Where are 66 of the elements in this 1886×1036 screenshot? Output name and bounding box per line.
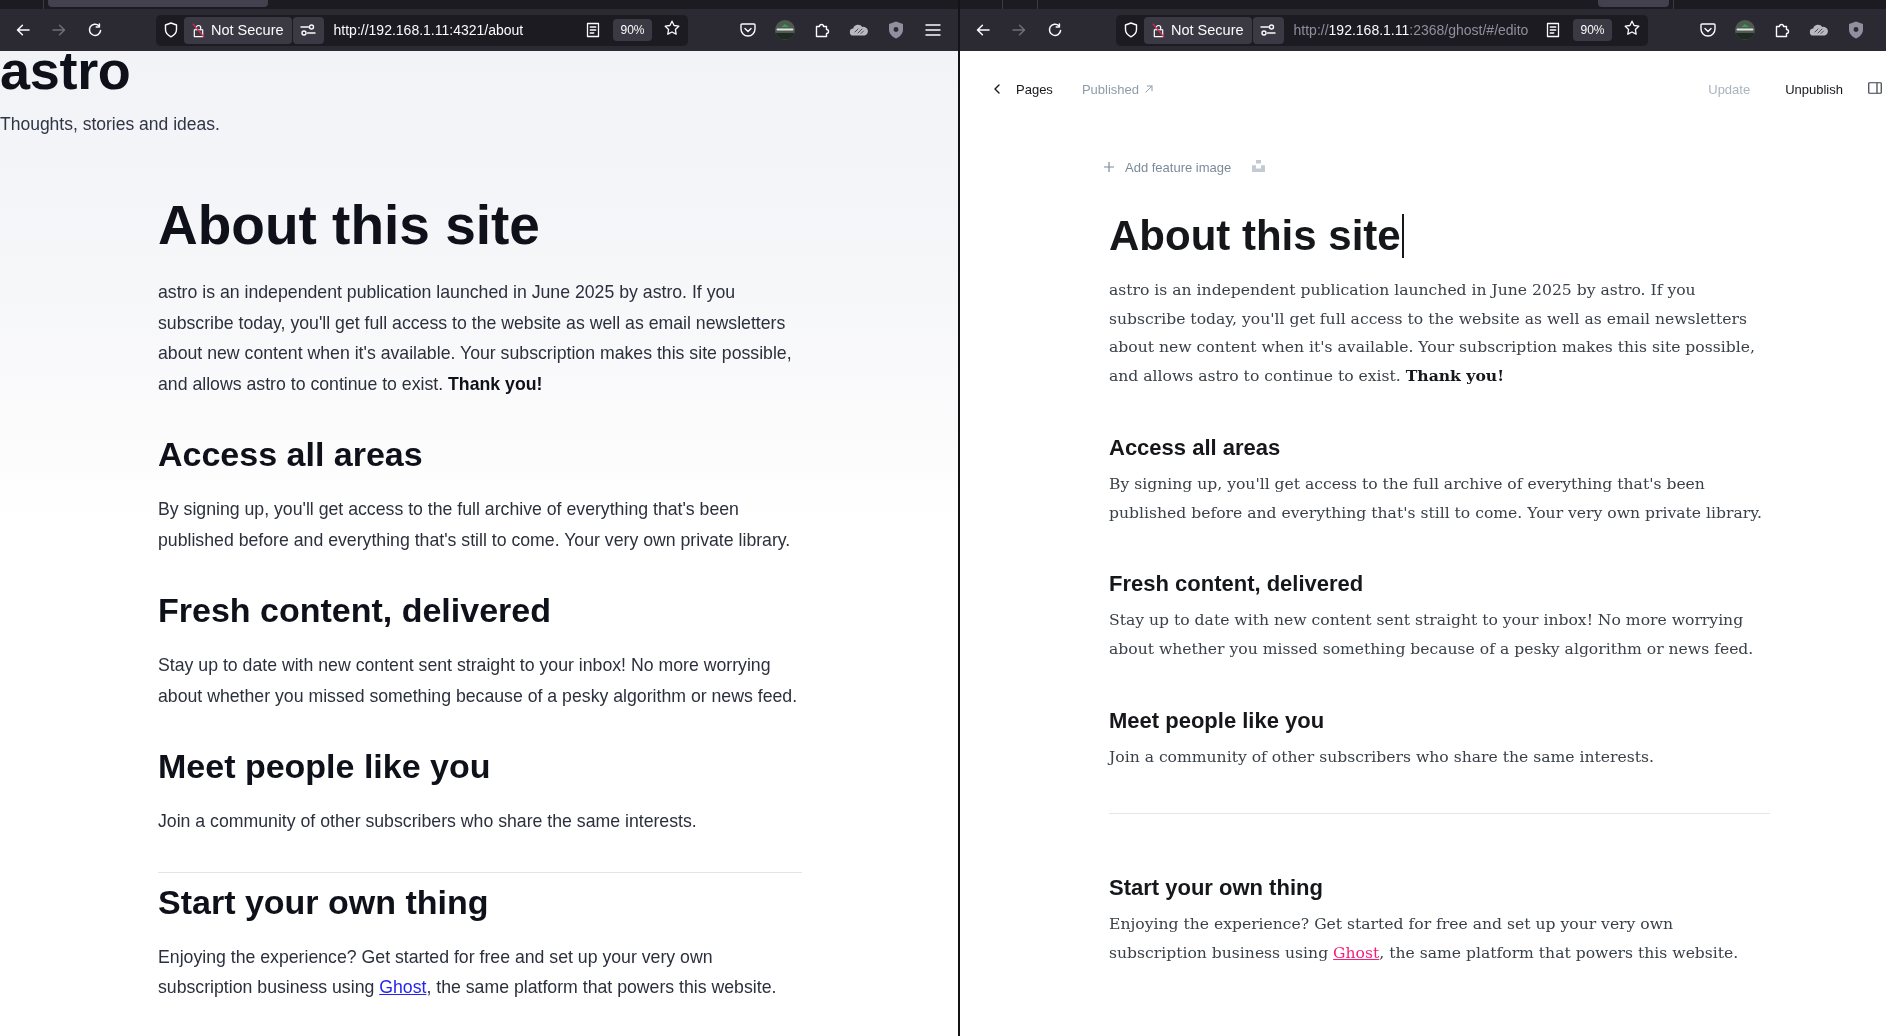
cloud-icon[interactable] bbox=[849, 24, 869, 36]
connection-info-button[interactable]: Not Secure bbox=[1144, 16, 1252, 44]
section-heading: Access all areas bbox=[158, 434, 423, 474]
avatar-icon[interactable] bbox=[1735, 20, 1755, 40]
zoom-level-button[interactable]: 90% bbox=[613, 19, 652, 41]
site-tagline: Thoughts, stories and ideas. bbox=[0, 113, 220, 136]
address-bar[interactable]: Not Secure http://192.168.1.11:2368/ghost/#/edito 90% bbox=[1116, 14, 1648, 46]
connection-info-button[interactable]: Not Secure bbox=[184, 16, 292, 44]
permissions-button[interactable] bbox=[292, 16, 324, 44]
paragraph: Enjoying the experience? Get started for free and set up your very own subscription business using Ghost, the same platform that powers this website. bbox=[1109, 914, 1740, 965]
shield-badge-icon[interactable] bbox=[888, 21, 904, 39]
arrow-up-right-icon bbox=[1145, 85, 1153, 93]
menu-icon[interactable] bbox=[925, 24, 941, 36]
back-link[interactable]: Pages bbox=[994, 81, 1053, 97]
chevron-left-icon bbox=[994, 84, 1000, 94]
section-heading: Meet people like you bbox=[1109, 706, 1325, 735]
permissions-button[interactable] bbox=[1252, 16, 1284, 44]
text-link[interactable]: Ghost bbox=[1333, 944, 1380, 963]
paragraph: By signing up, you'll get access to the full archive of everything that's been published before and everything that's still to come. Your very own private library. bbox=[158, 498, 792, 552]
text-link[interactable]: Ghost bbox=[379, 977, 427, 997]
sidebar-icon[interactable] bbox=[1868, 81, 1882, 94]
paragraph: By signing up, you'll get access to the full archive of everything that's been published before and everything that's still to come. Your very own private library. bbox=[1109, 473, 1763, 524]
section-heading: Access all areas bbox=[1109, 433, 1281, 462]
address-bar[interactable]: Not Secure http://192.168.1.11:4321/about 90% bbox=[156, 14, 688, 46]
paragraph: Join a community of other subscribers who share the same interests. bbox=[1109, 746, 1655, 768]
paragraph: astro is an independent publication launched in June 2025 by astro. If you subscribe today, you'll get full access to the website as well as email newsletters about new content when it's available. Your subscription makes this site possible, and allows astro to continue to exist. Thank you! bbox=[158, 281, 793, 396]
sliders-icon bbox=[1260, 24, 1277, 36]
tray-icon[interactable] bbox=[1700, 23, 1716, 37]
section-heading: Meet people like you bbox=[158, 746, 491, 786]
url-text[interactable]: http://192.168.1.11:2368/ghost/#/edito bbox=[1293, 22, 1546, 38]
plus-icon bbox=[1104, 162, 1114, 172]
sliders-icon bbox=[300, 24, 317, 36]
shield-icon[interactable] bbox=[164, 22, 178, 38]
section-heading: Fresh content, delivered bbox=[1109, 570, 1364, 599]
unpublish-button[interactable]: Unpublish bbox=[1785, 81, 1843, 97]
section-heading: Fresh content, delivered bbox=[158, 590, 551, 630]
paragraph: Join a community of other subscribers who share the same interests. bbox=[158, 810, 698, 833]
article-title: About this site bbox=[158, 193, 540, 257]
tray-icon[interactable] bbox=[740, 23, 756, 37]
puzzle-icon[interactable] bbox=[1774, 22, 1790, 38]
paragraph: Enjoying the experience? Get started for free and set up your very own subscription business using Ghost, the same platform that powers this website. bbox=[158, 945, 778, 999]
avatar-icon[interactable] bbox=[775, 20, 795, 40]
reload-icon[interactable] bbox=[88, 23, 102, 37]
paragraph: Stay up to date with new content sent straight to your inbox! No more worrying about whether you missed something because of a pesky algorithm or news feed. bbox=[158, 654, 799, 708]
star-icon[interactable] bbox=[664, 20, 680, 36]
paragraph: astro is an independent publication launched in June 2025 by astro. If you subscribe today, you'll get full access to the website as well as email newsletters about new content when it's available. Your subscription makes this site possible, and allows astro to continue to exist. Thank you! bbox=[1109, 280, 1756, 388]
lock-slash-icon bbox=[192, 22, 205, 38]
zoom-level-button[interactable]: 90% bbox=[1573, 19, 1612, 41]
paragraph: Stay up to date with new content sent straight to your inbox! No more worrying about whether you missed something because of a pesky algorithm or news feed. bbox=[1109, 610, 1755, 660]
back-icon[interactable] bbox=[16, 24, 30, 36]
back-icon[interactable] bbox=[976, 24, 990, 36]
site-title[interactable]: astro bbox=[0, 51, 131, 90]
title-input[interactable]: About this site bbox=[1109, 211, 1404, 261]
reader-icon[interactable] bbox=[586, 22, 600, 38]
url-text[interactable]: http://192.168.1.11:4321/about bbox=[333, 22, 586, 38]
section-heading: Start your own thing bbox=[1109, 874, 1323, 903]
shield-badge-icon[interactable] bbox=[1848, 21, 1864, 39]
star-icon[interactable] bbox=[1624, 20, 1640, 36]
section-heading: Start your own thing bbox=[158, 881, 489, 922]
shield-icon[interactable] bbox=[1124, 22, 1138, 38]
cloud-icon[interactable] bbox=[1809, 24, 1829, 36]
lock-slash-icon bbox=[1152, 22, 1165, 38]
puzzle-icon[interactable] bbox=[814, 22, 830, 38]
add-feature-image-button[interactable]: Add feature image bbox=[1104, 159, 1232, 175]
reload-icon[interactable] bbox=[1048, 23, 1062, 37]
reader-icon[interactable] bbox=[1546, 22, 1560, 38]
